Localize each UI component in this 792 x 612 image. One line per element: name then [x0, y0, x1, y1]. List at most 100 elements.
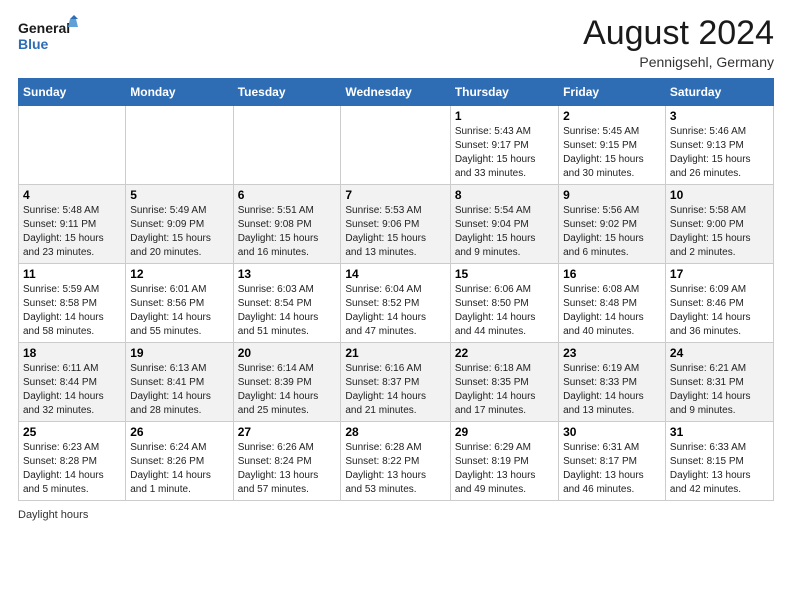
day-number: 14: [345, 267, 445, 281]
day-info: Sunrise: 5:59 AM Sunset: 8:58 PM Dayligh…: [23, 283, 121, 339]
day-info: Sunrise: 6:24 AM Sunset: 8:26 PM Dayligh…: [130, 441, 228, 497]
day-cell: 4 Sunrise: 5:48 AM Sunset: 9:11 PM Daylig…: [19, 185, 126, 264]
day-cell: 11 Sunrise: 5:59 AM Sunset: 8:58 PM Dayli…: [19, 264, 126, 343]
day-number: 25: [23, 425, 121, 439]
day-info: Sunrise: 5:46 AM Sunset: 9:13 PM Dayligh…: [670, 125, 769, 181]
week-row-2: 4 Sunrise: 5:48 AM Sunset: 9:11 PM Daylig…: [19, 185, 774, 264]
logo-svg: General Blue: [18, 15, 78, 57]
day-number: 5: [130, 188, 228, 202]
col-header-monday: Monday: [126, 79, 233, 106]
svg-text:General: General: [18, 20, 70, 36]
day-number: 6: [238, 188, 337, 202]
day-info: Sunrise: 6:19 AM Sunset: 8:33 PM Dayligh…: [563, 362, 661, 418]
col-header-saturday: Saturday: [665, 79, 773, 106]
day-number: 7: [345, 188, 445, 202]
day-info: Sunrise: 6:26 AM Sunset: 8:24 PM Dayligh…: [238, 441, 337, 497]
calendar: SundayMondayTuesdayWednesdayThursdayFrid…: [18, 78, 774, 501]
day-info: Sunrise: 6:21 AM Sunset: 8:31 PM Dayligh…: [670, 362, 769, 418]
day-cell: [341, 106, 450, 185]
day-info: Sunrise: 5:54 AM Sunset: 9:04 PM Dayligh…: [455, 204, 554, 260]
day-info: Sunrise: 6:18 AM Sunset: 8:35 PM Dayligh…: [455, 362, 554, 418]
day-cell: 7Sunrise: 5:53 AM Sunset: 9:06 PM Daylig…: [341, 185, 450, 264]
day-number: 30: [563, 425, 661, 439]
day-info: Sunrise: 6:13 AM Sunset: 8:41 PM Dayligh…: [130, 362, 228, 418]
week-row-1: 1 Sunrise: 5:43 AM Sunset: 9:17 PM Daylig…: [19, 106, 774, 185]
day-cell: 26 Sunrise: 6:24 AM Sunset: 8:26 PM Dayli…: [126, 422, 233, 501]
page: General Blue August 2024 Pennigsehl, Ger…: [0, 0, 792, 612]
day-number: 4: [23, 188, 121, 202]
day-cell: 5 Sunrise: 5:49 AM Sunset: 9:09 PM Daylig…: [126, 185, 233, 264]
day-cell: 16Sunrise: 6:08 AM Sunset: 8:48 PM Dayli…: [559, 264, 666, 343]
day-info: Sunrise: 5:49 AM Sunset: 9:09 PM Dayligh…: [130, 204, 228, 260]
day-info: Sunrise: 6:23 AM Sunset: 8:28 PM Dayligh…: [23, 441, 121, 497]
day-number: 11: [23, 267, 121, 281]
day-info: Sunrise: 6:16 AM Sunset: 8:37 PM Dayligh…: [345, 362, 445, 418]
day-cell: 19 Sunrise: 6:13 AM Sunset: 8:41 PM Dayli…: [126, 343, 233, 422]
day-cell: 28Sunrise: 6:28 AM Sunset: 8:22 PM Dayli…: [341, 422, 450, 501]
day-number: 2: [563, 109, 661, 123]
day-cell: 25 Sunrise: 6:23 AM Sunset: 8:28 PM Dayli…: [19, 422, 126, 501]
day-number: 19: [130, 346, 228, 360]
day-cell: [126, 106, 233, 185]
daylight-label: Daylight hours: [18, 509, 88, 521]
day-cell: 22 Sunrise: 6:18 AM Sunset: 8:35 PM Dayli…: [450, 343, 558, 422]
day-info: Sunrise: 5:58 AM Sunset: 9:00 PM Dayligh…: [670, 204, 769, 260]
day-number: 17: [670, 267, 769, 281]
day-info: Sunrise: 6:29 AM Sunset: 8:19 PM Dayligh…: [455, 441, 554, 497]
day-cell: 3 Sunrise: 5:46 AM Sunset: 9:13 PM Daylig…: [665, 106, 773, 185]
day-cell: 1 Sunrise: 5:43 AM Sunset: 9:17 PM Daylig…: [450, 106, 558, 185]
day-number: 12: [130, 267, 228, 281]
day-info: Sunrise: 5:45 AM Sunset: 9:15 PM Dayligh…: [563, 125, 661, 181]
day-cell: 23Sunrise: 6:19 AM Sunset: 8:33 PM Dayli…: [559, 343, 666, 422]
footer: Daylight hours: [18, 509, 774, 521]
day-info: Sunrise: 6:09 AM Sunset: 8:46 PM Dayligh…: [670, 283, 769, 339]
day-number: 26: [130, 425, 228, 439]
day-cell: 21 Sunrise: 6:16 AM Sunset: 8:37 PM Dayli…: [341, 343, 450, 422]
calendar-header-row: SundayMondayTuesdayWednesdayThursdayFrid…: [19, 79, 774, 106]
day-cell: 8 Sunrise: 5:54 AM Sunset: 9:04 PM Daylig…: [450, 185, 558, 264]
month-year: August 2024: [583, 15, 774, 52]
day-number: 21: [345, 346, 445, 360]
day-cell: 29 Sunrise: 6:29 AM Sunset: 8:19 PM Dayli…: [450, 422, 558, 501]
day-number: 1: [455, 109, 554, 123]
day-number: 10: [670, 188, 769, 202]
day-info: Sunrise: 6:14 AM Sunset: 8:39 PM Dayligh…: [238, 362, 337, 418]
day-number: 24: [670, 346, 769, 360]
day-cell: 9Sunrise: 5:56 AM Sunset: 9:02 PM Daylig…: [559, 185, 666, 264]
day-cell: 27 Sunrise: 6:26 AM Sunset: 8:24 PM Dayli…: [233, 422, 341, 501]
day-number: 28: [345, 425, 445, 439]
day-number: 27: [238, 425, 337, 439]
day-info: Sunrise: 6:31 AM Sunset: 8:17 PM Dayligh…: [563, 441, 661, 497]
day-number: 8: [455, 188, 554, 202]
day-cell: 17 Sunrise: 6:09 AM Sunset: 8:46 PM Dayli…: [665, 264, 773, 343]
location: Pennigsehl, Germany: [583, 54, 774, 70]
day-info: Sunrise: 5:51 AM Sunset: 9:08 PM Dayligh…: [238, 204, 337, 260]
day-number: 9: [563, 188, 661, 202]
day-cell: 6 Sunrise: 5:51 AM Sunset: 9:08 PM Daylig…: [233, 185, 341, 264]
day-cell: 2 Sunrise: 5:45 AM Sunset: 9:15 PM Daylig…: [559, 106, 666, 185]
day-info: Sunrise: 6:03 AM Sunset: 8:54 PM Dayligh…: [238, 283, 337, 339]
day-info: Sunrise: 6:11 AM Sunset: 8:44 PM Dayligh…: [23, 362, 121, 418]
header: General Blue August 2024 Pennigsehl, Ger…: [18, 15, 774, 70]
day-number: 3: [670, 109, 769, 123]
week-row-5: 25 Sunrise: 6:23 AM Sunset: 8:28 PM Dayli…: [19, 422, 774, 501]
day-cell: 30 Sunrise: 6:31 AM Sunset: 8:17 PM Dayli…: [559, 422, 666, 501]
day-cell: [19, 106, 126, 185]
week-row-3: 11 Sunrise: 5:59 AM Sunset: 8:58 PM Dayli…: [19, 264, 774, 343]
day-cell: 31Sunrise: 6:33 AM Sunset: 8:15 PM Dayli…: [665, 422, 773, 501]
title-block: August 2024 Pennigsehl, Germany: [583, 15, 774, 70]
day-number: 29: [455, 425, 554, 439]
day-cell: [233, 106, 341, 185]
day-number: 13: [238, 267, 337, 281]
day-cell: 10 Sunrise: 5:58 AM Sunset: 9:00 PM Dayli…: [665, 185, 773, 264]
day-number: 16: [563, 267, 661, 281]
day-cell: 13 Sunrise: 6:03 AM Sunset: 8:54 PM Dayli…: [233, 264, 341, 343]
day-cell: 20 Sunrise: 6:14 AM Sunset: 8:39 PM Dayli…: [233, 343, 341, 422]
day-info: Sunrise: 6:01 AM Sunset: 8:56 PM Dayligh…: [130, 283, 228, 339]
day-info: Sunrise: 5:48 AM Sunset: 9:11 PM Dayligh…: [23, 204, 121, 260]
day-number: 22: [455, 346, 554, 360]
day-number: 20: [238, 346, 337, 360]
day-cell: 14Sunrise: 6:04 AM Sunset: 8:52 PM Dayli…: [341, 264, 450, 343]
col-header-wednesday: Wednesday: [341, 79, 450, 106]
day-info: Sunrise: 5:43 AM Sunset: 9:17 PM Dayligh…: [455, 125, 554, 181]
